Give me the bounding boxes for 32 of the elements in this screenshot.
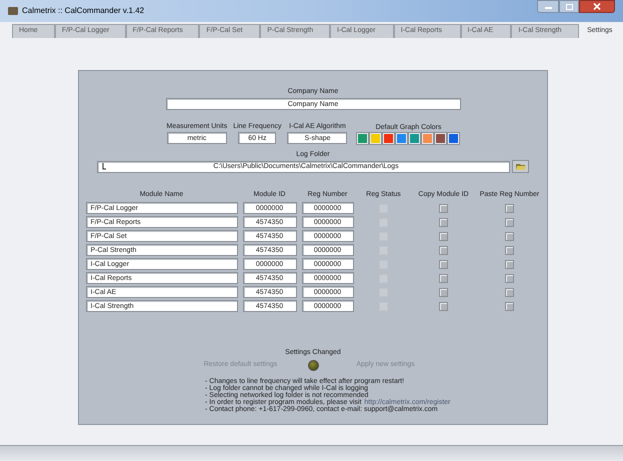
checkbox[interactable] [439,218,448,226]
checkbox[interactable] [505,274,514,282]
color-swatch[interactable] [435,133,446,144]
checkbox[interactable] [439,232,448,240]
browse-button[interactable] [512,160,529,173]
checkbox[interactable] [505,204,514,212]
checkbox[interactable] [439,260,448,268]
checkbox[interactable] [439,288,448,296]
color-swatch[interactable] [448,133,460,144]
checkbox[interactable] [505,246,514,254]
checkbox[interactable] [505,260,514,268]
color-swatch[interactable] [383,133,394,144]
checkbox[interactable] [439,274,448,282]
checkbox[interactable] [505,302,514,310]
checkbox[interactable] [439,302,448,310]
checkbox[interactable] [505,288,514,296]
minimize-icon[interactable] [537,0,559,13]
path-icon [102,163,107,170]
checkbox[interactable] [505,218,514,226]
color-swatch[interactable] [409,133,420,144]
checkbox[interactable] [439,204,448,212]
maximize-icon[interactable] [559,0,579,13]
color-swatch[interactable] [357,133,368,144]
color-swatch[interactable] [422,133,434,144]
color-swatch[interactable] [396,133,408,144]
folder-icon [516,163,526,170]
window-title: Calmetrix :: CalCommander v.1.42 [22,5,144,17]
checkbox[interactable] [505,232,514,240]
close-icon[interactable] [579,0,615,13]
app-icon [8,7,18,15]
color-swatch[interactable] [370,133,382,144]
checkbox[interactable] [439,246,448,254]
